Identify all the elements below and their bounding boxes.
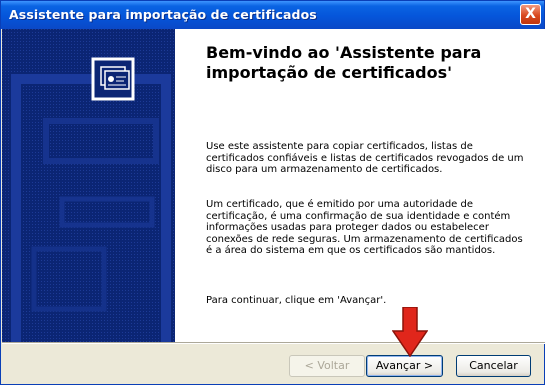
red-down-arrow-icon [392, 307, 428, 357]
close-icon: X [525, 6, 536, 22]
cancel-button[interactable]: Cancelar [456, 355, 531, 377]
intro-text: Use este assistente para copiar certific… [206, 141, 524, 175]
page-title: Bem-vindo ao 'Assistente para importação… [206, 43, 482, 82]
window-title: Assistente para importação de certificad… [9, 7, 317, 22]
close-button[interactable]: X [520, 4, 541, 25]
certificate-icon [91, 57, 135, 101]
continue-text: Para continuar, clique em 'Avançar'. [206, 295, 387, 306]
side-panel-graphic [2, 29, 175, 342]
wizard-content: Bem-vindo ao 'Assistente para importação… [2, 29, 545, 342]
wizard-window: Assistente para importação de certificad… [0, 0, 545, 385]
title-bar[interactable]: Assistente para importação de certificad… [1, 1, 544, 29]
definition-text: Um certificado, que é emitido por uma au… [206, 199, 523, 256]
side-panel [2, 29, 175, 342]
footer-separator [2, 342, 545, 344]
back-button[interactable]: < Voltar [289, 355, 365, 377]
next-button[interactable]: Avançar > [366, 355, 443, 377]
